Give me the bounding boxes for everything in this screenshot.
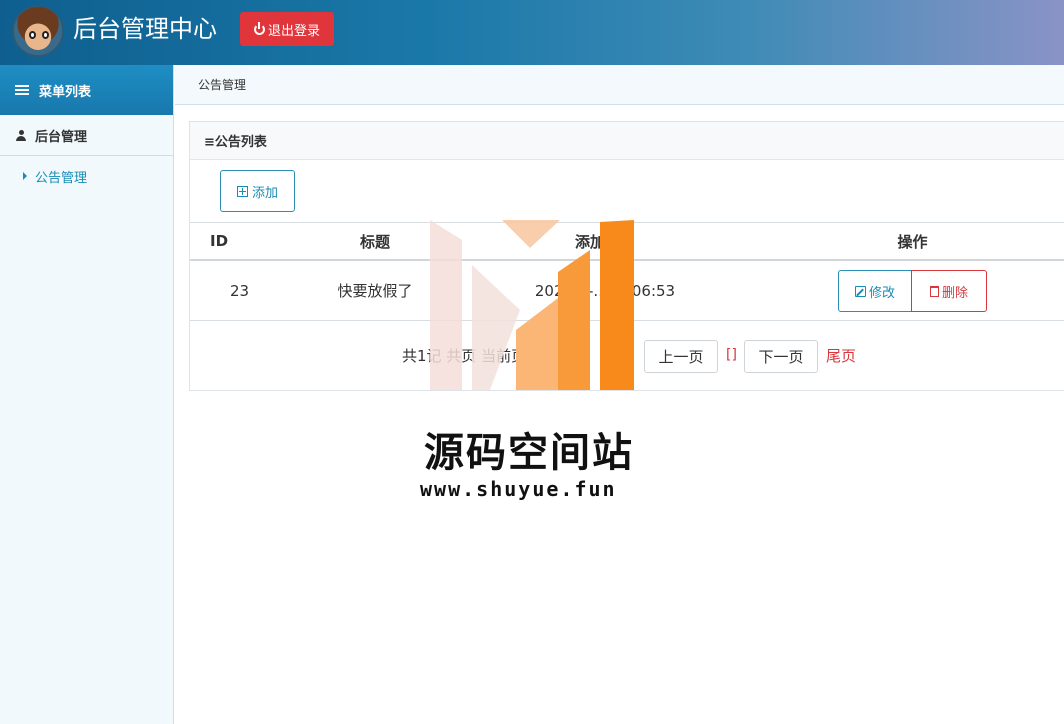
sidebar-item-notice[interactable]: 公告管理 (0, 156, 173, 196)
panel-title: ≡公告列表 (190, 122, 1064, 160)
logout-label: 退出登录 (267, 23, 320, 39)
user-icon (16, 129, 26, 141)
watermark-url: www.shuyue.fun (420, 477, 617, 501)
logout-button[interactable]: 退出登录 (240, 12, 334, 46)
edit-button[interactable]: 修改 (838, 270, 912, 312)
edit-icon (854, 285, 866, 297)
sidebar-menu-header: 菜单列表 (0, 65, 173, 115)
breadcrumb-current: 公告管理 (198, 78, 247, 92)
avatar (12, 5, 64, 57)
column-header-title: 标题 (359, 232, 390, 251)
add-button[interactable]: 添加 (220, 170, 295, 212)
next-page-button[interactable]: 下一页 (744, 340, 818, 373)
row-id: 23 (230, 281, 250, 300)
list-icon (15, 84, 29, 96)
trash-icon (929, 285, 939, 297)
column-header-actions: 操作 (897, 232, 928, 251)
top-header: 后台管理中心 退出登录 (0, 0, 1064, 65)
add-label: 添加 (251, 185, 278, 201)
watermark-logo (430, 220, 634, 390)
last-page-link[interactable]: 尾页 (826, 338, 856, 372)
app-title: 后台管理中心 (73, 15, 217, 43)
sidebar-menu-title: 菜单列表 (39, 84, 92, 100)
sidebar-item-label: 公告管理 (35, 170, 88, 186)
row-title: 快要放假了 (337, 282, 413, 300)
caret-right-icon (23, 172, 27, 180)
edit-label: 修改 (868, 285, 895, 301)
current-page-marker: [] (726, 347, 737, 363)
delete-label: 删除 (941, 285, 968, 301)
watermark-name: 源码空间站 (424, 430, 634, 476)
breadcrumb: 公告管理 (175, 65, 1064, 105)
prev-page-button[interactable]: 上一页 (644, 340, 718, 373)
sidebar-group-admin[interactable]: 后台管理 (0, 115, 173, 156)
plus-square-icon (236, 185, 248, 197)
delete-button[interactable]: 删除 (911, 270, 987, 312)
sidebar: 菜单列表 后台管理 公告管理 (0, 65, 174, 724)
power-icon (253, 21, 265, 35)
column-header-id: ID (210, 232, 229, 250)
sidebar-group-title: 后台管理 (35, 129, 88, 145)
